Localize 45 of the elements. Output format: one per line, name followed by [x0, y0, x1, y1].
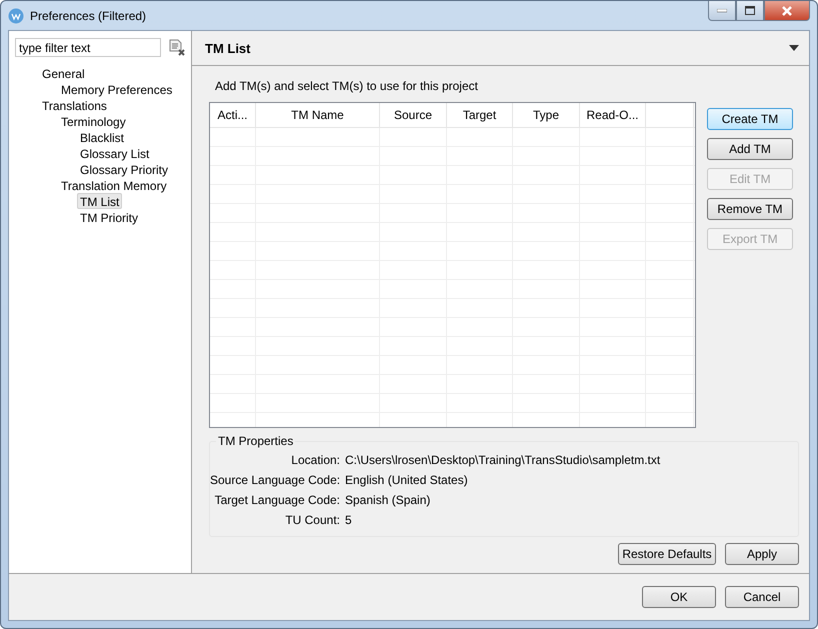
tree-item[interactable]: Translation Memory — [58, 177, 170, 193]
property-label: Location: — [290, 453, 340, 467]
minimize-button[interactable] — [708, 1, 736, 21]
column-header[interactable]: Read-O... — [586, 108, 639, 122]
property-value: Spanish (Spain) — [345, 493, 432, 507]
column-header[interactable]: Target — [462, 108, 496, 122]
description-text: Add TM(s) and select TM(s) to use for this project — [215, 79, 479, 93]
tree-item[interactable]: Terminology — [58, 113, 129, 129]
maximize-icon — [745, 6, 755, 15]
column-header[interactable]: Type — [532, 108, 559, 122]
tree-item[interactable]: Translations — [39, 97, 110, 113]
property-value: C:\Users\lrosen\Desktop\Training\TransStudio\sampletm.txt — [345, 453, 662, 467]
tm-action-button[interactable]: Add TM — [707, 138, 793, 160]
tree-item[interactable]: Glossary Priority — [77, 161, 172, 177]
dialog-button[interactable]: OK — [642, 586, 716, 608]
column-header[interactable]: Source — [394, 108, 432, 122]
column-header[interactable]: TM Name — [291, 108, 344, 122]
tm-action-button[interactable]: Remove TM — [707, 198, 793, 220]
tree-item[interactable]: Memory Preferences — [58, 81, 176, 97]
page-button[interactable]: Apply — [725, 543, 799, 565]
property-label: Target Language Code: — [214, 493, 340, 507]
dropdown-arrow-icon[interactable] — [789, 45, 799, 51]
minimize-icon — [717, 8, 727, 12]
filter-field[interactable]: type filter text — [15, 38, 161, 57]
page-button[interactable]: Restore Defaults — [618, 543, 716, 565]
page-title: TM List — [205, 40, 250, 56]
maximize-button[interactable] — [736, 1, 764, 21]
close-icon — [781, 6, 793, 16]
property-label: TU Count: — [284, 513, 340, 527]
property-label: Source Language Code: — [210, 473, 340, 487]
dialog-button[interactable]: Cancel — [725, 586, 799, 608]
property-value: English (United States) — [345, 473, 469, 487]
tree-item[interactable]: TM Priority — [77, 209, 141, 225]
tree-item[interactable]: General — [39, 65, 88, 81]
close-button[interactable] — [764, 1, 810, 21]
tm-action-button[interactable]: Create TM — [707, 108, 793, 130]
app-icon — [8, 8, 24, 24]
tree-item[interactable]: TM List — [77, 193, 122, 209]
tree-item[interactable]: Blacklist — [77, 129, 128, 145]
clear-filter-icon[interactable] — [169, 39, 185, 56]
group-title: TM Properties — [217, 434, 294, 448]
column-header[interactable]: Acti... — [217, 108, 248, 122]
tree-item[interactable]: Glossary List — [77, 145, 152, 161]
property-value: 5 — [345, 513, 353, 527]
window-title: Preferences (Filtered) — [30, 8, 146, 22]
